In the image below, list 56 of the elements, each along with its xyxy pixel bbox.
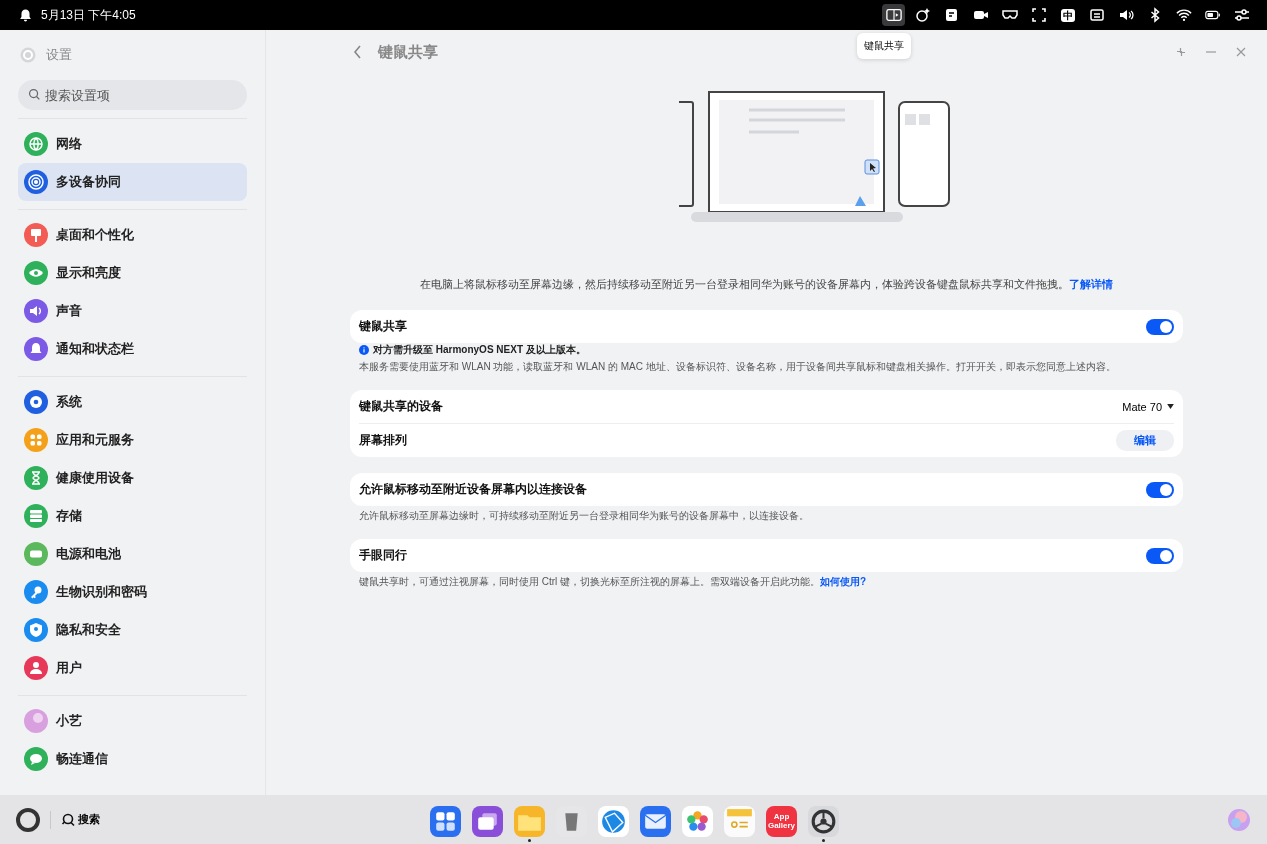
sidebar-item[interactable]: 存储 xyxy=(18,497,247,535)
setting-label: 键鼠共享 xyxy=(359,318,407,335)
learn-more-link[interactable]: 了解详情 xyxy=(1069,278,1113,290)
flower-app-icon[interactable] xyxy=(682,805,713,837)
settings-app-icon[interactable] xyxy=(808,805,839,837)
sidebar-item[interactable]: 通知和状态栏 xyxy=(18,330,247,368)
sidebar-item[interactable]: 畅连通信 xyxy=(18,740,247,778)
sidebar-item[interactable]: 小艺 xyxy=(18,702,247,740)
description-text: 在电脑上将鼠标移动至屏幕边缘，然后持续移动至附近另一台登录相同华为账号的设备屏幕内，体验跨设备键盘鼠标共享和文件拖拽。了解详情 xyxy=(419,278,1114,292)
info-icon xyxy=(359,345,369,355)
search-icon xyxy=(61,812,75,827)
note-text: 允许鼠标移动至屏幕边缘时，可持续移动至附近另一台登录相同华为账号的设备屏幕中，以连接设备。 xyxy=(359,509,809,523)
search-field[interactable]: 搜索设置项 xyxy=(18,80,247,110)
search-button[interactable]: 搜索 xyxy=(59,810,102,829)
sidebar-item[interactable]: 多设备协同 xyxy=(18,163,247,201)
windows-app-icon[interactable] xyxy=(472,805,503,837)
search-icon xyxy=(28,88,41,101)
sidebar-item[interactable]: 声音 xyxy=(18,292,247,330)
store-app-icon[interactable]: App Gallery xyxy=(766,805,797,837)
date-time: 5月13日 下午4:05 xyxy=(41,6,136,24)
page-title: 键鼠共享 xyxy=(378,42,438,62)
caret-icon xyxy=(1167,404,1174,409)
device-dropdown[interactable]: Mate 70 xyxy=(1122,398,1174,415)
setting-label: 手眼同行 xyxy=(359,547,407,564)
back-icon[interactable] xyxy=(352,44,364,60)
sidebar-item[interactable]: 网络 xyxy=(18,125,247,163)
screen-share-icon[interactable] xyxy=(882,4,905,26)
setting-label: 允许鼠标移动至附近设备屏幕内以连接设备 xyxy=(359,481,587,498)
setting-label: 屏幕排列 xyxy=(359,432,407,449)
sidebar-item[interactable]: 应用和元服务 xyxy=(18,421,247,459)
settings-icon xyxy=(20,47,36,63)
info-text: 对方需升级至 HarmonyOS NEXT 及以上版本。 xyxy=(373,343,586,357)
note-text: 本服务需要使用蓝牙和 WLAN 功能，读取蓝牙和 WLAN 的 MAC 地址、设备标识符、设备名称，用于设备间共享鼠标和键盘相关操作。打开开关，即表示您同意上述内容。 xyxy=(359,360,1116,374)
setting-label: 键鼠共享的设备 xyxy=(359,398,443,415)
tooltip: 键鼠共享 xyxy=(857,33,911,59)
ring-icon[interactable] xyxy=(14,805,42,834)
mail-app-icon[interactable] xyxy=(640,805,671,837)
close-icon[interactable] xyxy=(1235,46,1247,58)
grid-app-icon[interactable] xyxy=(430,805,461,837)
note-text: 键鼠共享时，可通过注视屏幕，同时使用 Ctrl 键，切换光标至所注视的屏幕上。需双端设备开启此功能。如何使用? xyxy=(359,575,867,589)
sidebar-item[interactable]: 用户 xyxy=(18,649,247,687)
app-title: 设置 xyxy=(46,46,72,64)
sidebar-item[interactable]: 隐私和安全 xyxy=(18,611,247,649)
sidebar-item[interactable]: 生物识别和密码 xyxy=(18,573,247,611)
how-to-link[interactable]: 如何使用? xyxy=(820,576,867,587)
sidebar-item[interactable]: 电源和电池 xyxy=(18,535,247,573)
sidebar-item[interactable]: 桌面和个性化 xyxy=(18,216,247,254)
sidebar-item[interactable]: 健康使用设备 xyxy=(18,459,247,497)
toggle-switch[interactable] xyxy=(1146,318,1174,335)
bell-icon xyxy=(18,7,33,23)
sidebar-item[interactable]: 系统 xyxy=(18,383,247,421)
toggle-switch[interactable] xyxy=(1146,547,1174,564)
sidebar-item[interactable]: 显示和亮度 xyxy=(18,254,247,292)
edit-button[interactable]: 编辑 xyxy=(1116,430,1174,451)
toggle-switch[interactable] xyxy=(1146,481,1174,498)
globe-app-icon[interactable] xyxy=(598,805,629,837)
